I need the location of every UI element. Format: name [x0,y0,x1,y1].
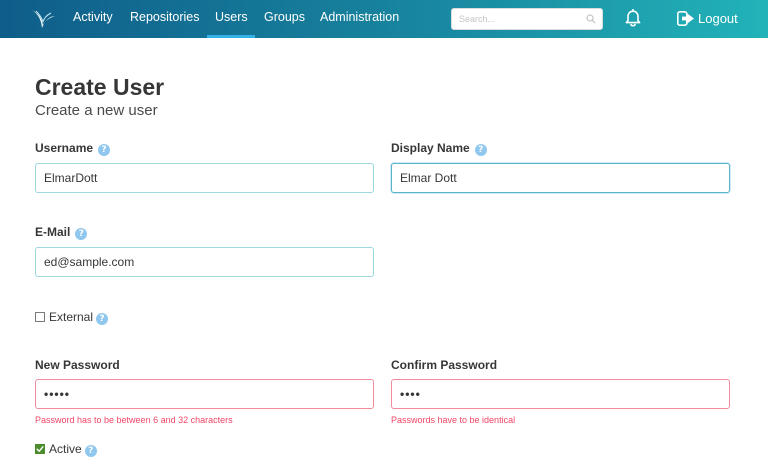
nav-groups[interactable]: Groups [264,0,305,38]
logout-label: Logout [698,11,738,26]
help-icon[interactable]: ? [75,228,88,240]
new-password-error: Password has to be between 6 and 32 char… [35,415,233,425]
confirm-password-field[interactable] [391,379,730,409]
page-title: Create User [35,74,165,100]
nav-repositories[interactable]: Repositories [130,0,199,38]
confirm-password-error: Passwords have to be identical [391,415,516,425]
help-icon[interactable]: ? [474,144,487,156]
help-icon[interactable]: ? [84,445,97,457]
username-field[interactable] [35,163,374,193]
nav-administration[interactable]: Administration [320,0,399,38]
checkmark-icon [36,446,44,452]
search-box [451,8,603,30]
bell-icon[interactable] [624,9,642,28]
new-password-label: New Password [35,358,120,372]
email-field[interactable] [35,247,374,277]
username-label: Username? [35,141,111,156]
external-checkbox[interactable] [35,312,45,322]
page-subtitle: Create a new user [35,102,158,119]
active-checkbox[interactable] [35,444,45,454]
logout-button[interactable]: Logout [677,0,738,38]
top-navbar: Activity Repositories Users Groups Admin… [0,0,768,38]
logout-icon [677,11,694,26]
active-label[interactable]: Active [49,442,82,456]
help-icon[interactable]: ? [96,313,109,325]
nav-users[interactable]: Users [207,0,255,38]
display-name-field[interactable] [391,163,730,193]
external-checkbox-row: External? [35,310,109,325]
new-password-field[interactable] [35,379,374,409]
email-label-text: E-Mail [35,225,71,239]
search-input[interactable] [452,9,582,29]
confirm-password-label: Confirm Password [391,358,498,372]
active-checkbox-row: Active? [35,442,97,457]
email-label: E-Mail? [35,225,88,240]
nav-activity[interactable]: Activity [73,0,113,38]
display-name-label-text: Display Name [391,141,470,155]
help-icon[interactable]: ? [98,144,111,156]
scm-logo-icon[interactable] [30,8,56,30]
external-label[interactable]: External [49,310,93,324]
display-name-label: Display Name? [391,141,487,156]
username-label-text: Username [35,141,94,155]
search-icon[interactable] [586,14,596,24]
